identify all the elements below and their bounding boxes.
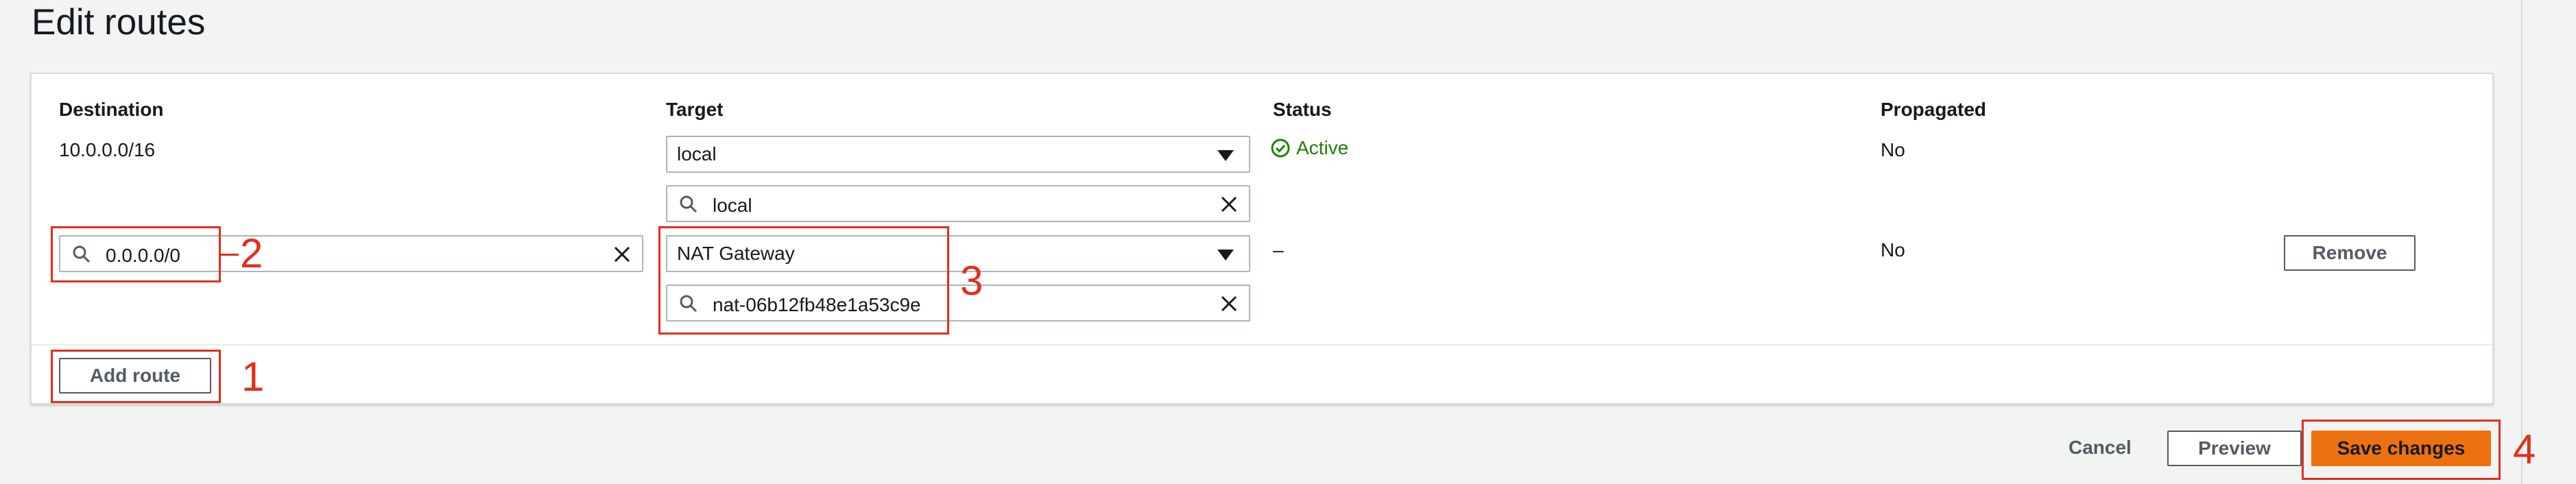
route-1-status-label: Active (1296, 137, 1349, 158)
column-header-propagated: Propagated (1881, 99, 1987, 120)
highlight-box-destination (51, 226, 221, 282)
route-1-status: Active (1270, 137, 1348, 159)
route-1-target-select-value: local (677, 143, 717, 165)
status-check-icon (1271, 138, 1290, 158)
highlight-box-add-route (51, 350, 221, 403)
highlight-box-target (658, 226, 949, 335)
remove-route-button[interactable]: Remove (2284, 235, 2416, 271)
clear-icon[interactable] (1219, 293, 1239, 314)
clear-icon[interactable] (1219, 194, 1239, 215)
callout-4: 4 (2513, 426, 2536, 472)
column-header-destination: Destination (59, 99, 164, 120)
column-header-target: Target (666, 99, 724, 120)
preview-button[interactable]: Preview (2167, 431, 2302, 466)
panel-divider (32, 344, 2492, 346)
right-edge-divider (2521, 0, 2523, 484)
callout-3: 3 (960, 258, 983, 304)
route-1-target-select[interactable]: local (666, 136, 1250, 173)
highlight-box-save (2302, 420, 2501, 480)
route-1-target-search-value: local (713, 195, 752, 216)
cancel-button[interactable]: Cancel (2064, 436, 2136, 459)
route-1-target-search[interactable]: local (666, 185, 1250, 222)
clear-icon[interactable] (612, 244, 632, 265)
page-title: Edit routes (32, 2, 206, 43)
column-header-status: Status (1273, 99, 1332, 120)
route-1-propagated: No (1881, 139, 1905, 160)
search-icon (680, 195, 697, 213)
callout-2: 2 (240, 230, 263, 276)
route-2-status: – (1273, 239, 1284, 261)
caret-down-icon (1217, 150, 1234, 161)
callout-2-leader (221, 254, 239, 256)
caret-down-icon (1217, 250, 1234, 261)
route-2-propagated: No (1881, 239, 1905, 261)
callout-1: 1 (241, 354, 265, 400)
route-1-destination: 10.0.0.0/16 (59, 139, 156, 160)
